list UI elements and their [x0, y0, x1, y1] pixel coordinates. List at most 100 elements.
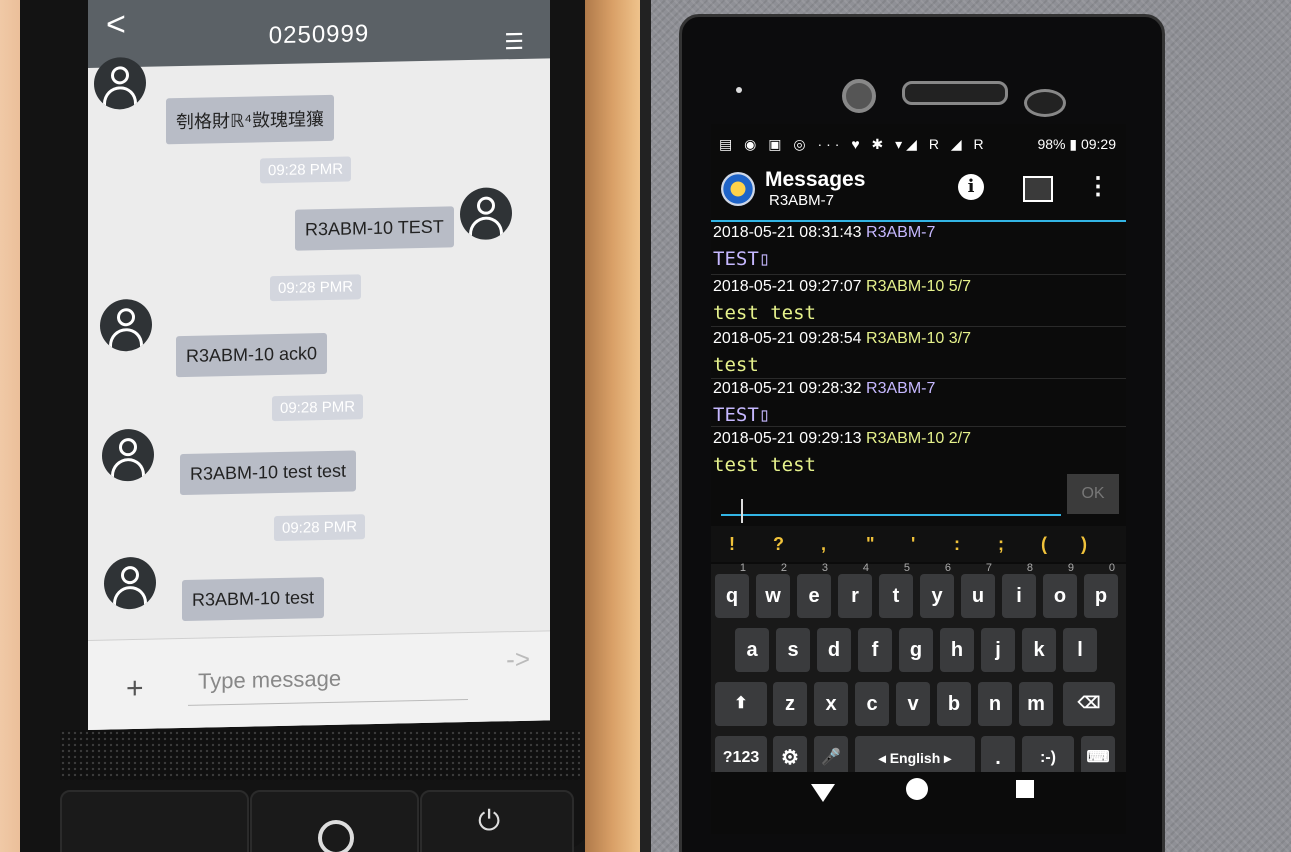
key-b[interactable]: b: [937, 682, 971, 726]
ok-button[interactable]: OK: [1067, 474, 1119, 514]
key-u[interactable]: u7: [961, 562, 995, 618]
battery-level: 98%: [1037, 136, 1066, 152]
message-input[interactable]: [721, 484, 1061, 516]
key-k[interactable]: k: [1022, 628, 1056, 672]
key-l[interactable]: l: [1063, 628, 1097, 672]
suggestion-key[interactable]: ': [911, 534, 915, 555]
avatar-icon: [460, 187, 512, 241]
key-v[interactable]: v: [896, 682, 930, 726]
right-phone-screen: ▤ ◉ ▣ ◎ ··· ♥ ✱ ▾◢ R ◢ R 98% ▮ 09:29 Mes…: [711, 124, 1126, 834]
key-s[interactable]: s: [776, 628, 810, 672]
message-body: TEST▯: [713, 248, 771, 270]
map-view-icon[interactable]: [1023, 176, 1053, 202]
app-subtitle: R3ABM-7: [769, 192, 835, 209]
divider: [711, 378, 1126, 379]
divider: [711, 426, 1126, 427]
message-callsign: R3ABM-7: [866, 224, 936, 241]
key-m[interactable]: m: [1019, 682, 1053, 726]
avatar-icon: [94, 56, 146, 110]
speaker-grille: [60, 730, 580, 780]
conversation-title: 0250999: [268, 20, 370, 50]
key-p[interactable]: p0: [1084, 562, 1118, 618]
key-w[interactable]: w2: [756, 562, 790, 618]
divider: [711, 274, 1126, 275]
outgoing-message: R3ABM-10 TEST: [295, 206, 454, 251]
key-x[interactable]: x: [814, 682, 848, 726]
message-date: 2018-05-21 09:28:54: [713, 330, 862, 347]
message-header: 2018-05-21 09:29:13 R3ABM-10 2/7: [713, 430, 971, 448]
proximity-sensor: [1024, 89, 1066, 117]
suggestion-key[interactable]: ?: [773, 534, 784, 555]
hardware-key-left[interactable]: [60, 790, 249, 852]
app-title: Messages: [765, 168, 866, 191]
key-i[interactable]: i8: [1002, 562, 1036, 618]
message-date: 2018-05-21 09:29:13: [713, 430, 862, 447]
key-a[interactable]: a: [735, 628, 769, 672]
message-body: TEST▯: [713, 404, 771, 426]
message-date: 2018-05-21 09:27:07: [713, 278, 862, 295]
incoming-message: R3ABM-10 ack0: [176, 332, 328, 378]
nav-recents-icon[interactable]: [1016, 780, 1034, 798]
message-timestamp: 09:28 PMR: [270, 274, 362, 302]
message-date: 2018-05-21 09:28:32: [713, 380, 862, 397]
suggestion-key[interactable]: ;: [998, 534, 1004, 555]
backspace-key[interactable]: ⌫: [1063, 682, 1115, 726]
message-callsign: R3ABM-10 3/7: [866, 330, 971, 347]
attach-plus-icon[interactable]: +: [126, 672, 144, 706]
left-phone-screen: < 0250999 ☰ 刳格財ℝ⁴敳瑰瑝獽 09:28 PMR R3ABM-10…: [88, 0, 550, 730]
menu-icon[interactable]: ☰: [504, 29, 524, 55]
navigation-bar: [711, 772, 1126, 834]
message-header: 2018-05-21 09:27:07 R3ABM-10 5/7: [713, 278, 971, 296]
key-o[interactable]: o9: [1043, 562, 1077, 618]
key-q[interactable]: q1: [715, 562, 749, 618]
front-camera: [842, 79, 876, 113]
suggestion-key[interactable]: ": [866, 534, 875, 555]
status-right: 98% ▮ 09:29: [1037, 136, 1116, 152]
message-timestamp: 09:28 PMR: [274, 514, 366, 542]
key-g[interactable]: g: [899, 628, 933, 672]
text-cursor: [741, 499, 743, 523]
aprs-app-icon[interactable]: [721, 172, 755, 206]
suggestion-key[interactable]: ): [1081, 534, 1087, 555]
info-icon[interactable]: i: [958, 174, 984, 200]
suggestion-key[interactable]: (: [1041, 534, 1047, 555]
incoming-message: R3ABM-10 test test: [180, 450, 357, 496]
key-e[interactable]: e3: [797, 562, 831, 618]
suggestion-key[interactable]: :: [954, 534, 960, 555]
message-callsign: R3ABM-10 2/7: [866, 430, 971, 447]
message-header: 2018-05-21 09:28:54 R3ABM-10 3/7: [713, 330, 971, 348]
left-photo: < 0250999 ☰ 刳格財ℝ⁴敳瑰瑝獽 09:28 PMR R3ABM-10…: [0, 0, 640, 852]
suggestion-key[interactable]: ,: [821, 534, 826, 555]
earpiece-speaker: [902, 81, 1008, 105]
status-bar: ▤ ◉ ▣ ◎ ··· ♥ ✱ ▾◢ R ◢ R 98% ▮ 09:29: [711, 134, 1126, 158]
status-time: 09:29: [1080, 136, 1116, 152]
status-icons: ▤ ◉ ▣ ◎ ··· ♥ ✱ ▾◢ R ◢ R: [719, 136, 988, 152]
more-options-icon[interactable]: ⋮: [1086, 172, 1110, 201]
left-phone-edge: [585, 0, 640, 852]
nav-back-icon[interactable]: [811, 784, 835, 802]
key-t[interactable]: t5: [879, 562, 913, 618]
key-c[interactable]: c: [855, 682, 889, 726]
incoming-message: 刳格財ℝ⁴敳瑰瑝獽: [166, 94, 334, 145]
key-f[interactable]: f: [858, 628, 892, 672]
key-n[interactable]: n: [978, 682, 1012, 726]
conversation-header: < 0250999 ☰: [88, 0, 550, 68]
message-header: 2018-05-21 09:28:32 R3ABM-7: [713, 380, 935, 398]
symbol-suggestion-strip: ! ? , " ' : ; ( ): [711, 526, 1126, 562]
avatar-icon: [104, 556, 156, 610]
suggestion-key[interactable]: !: [729, 534, 735, 555]
key-r[interactable]: r4: [838, 562, 872, 618]
message-date: 2018-05-21 08:31:43: [713, 224, 862, 241]
message-input[interactable]: Type message: [198, 666, 341, 695]
send-arrow-icon[interactable]: ->: [506, 644, 530, 675]
nav-home-icon[interactable]: [906, 778, 928, 800]
shift-key[interactable]: ⬆: [715, 682, 767, 726]
key-h[interactable]: h: [940, 628, 974, 672]
message-body: test test: [713, 454, 816, 476]
notification-led: [736, 87, 742, 93]
key-d[interactable]: d: [817, 628, 851, 672]
key-j[interactable]: j: [981, 628, 1015, 672]
key-z[interactable]: z: [773, 682, 807, 726]
key-y[interactable]: y6: [920, 562, 954, 618]
power-icon: ⏻: [478, 805, 501, 836]
